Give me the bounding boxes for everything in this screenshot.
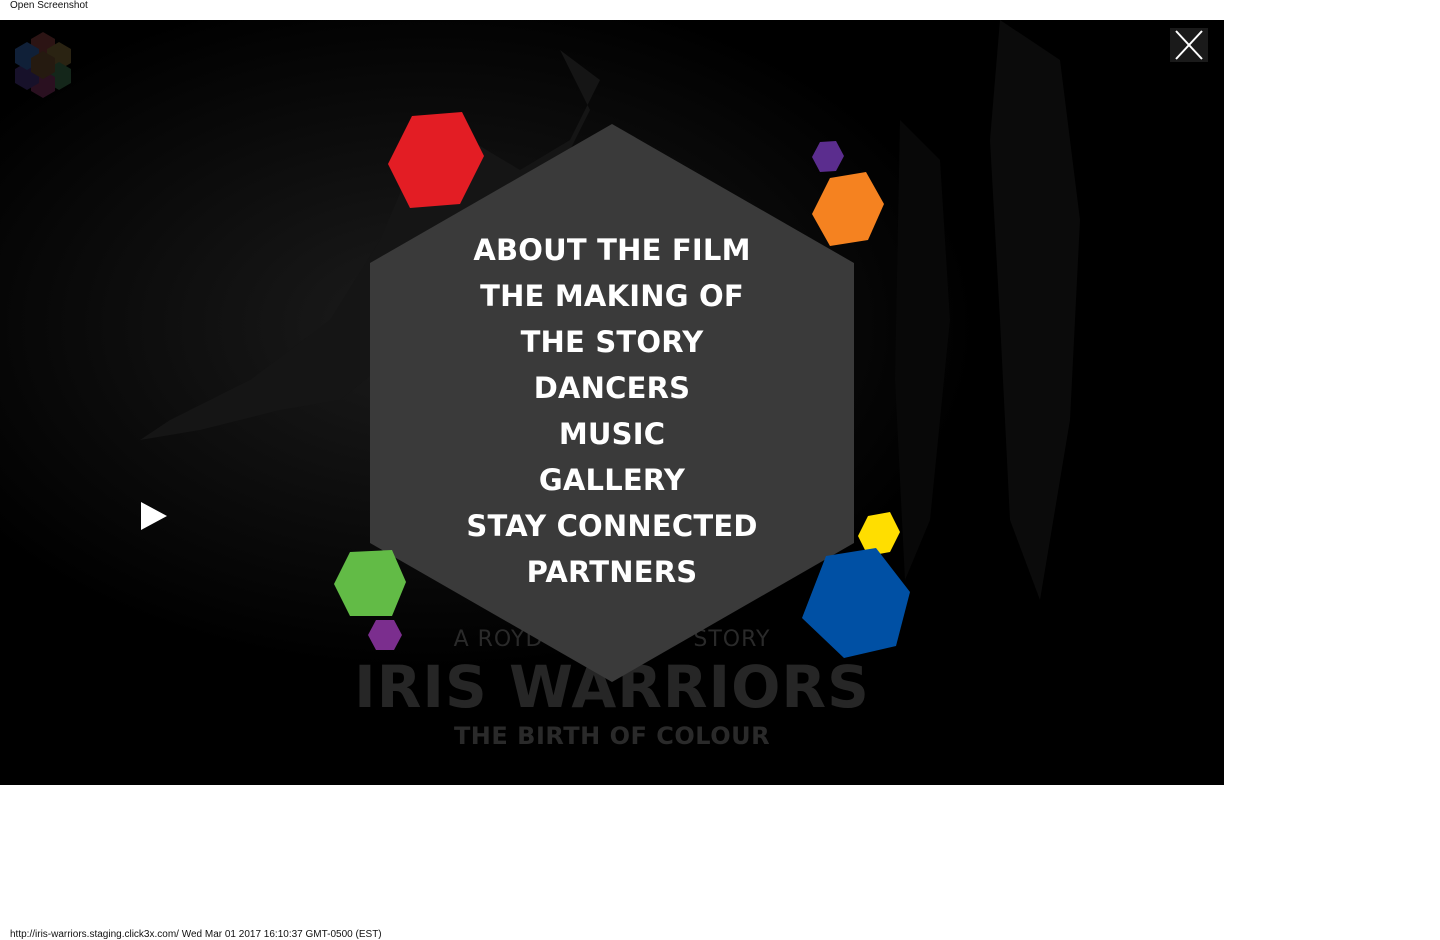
menu-link-gallery[interactable]: GALLERY bbox=[539, 463, 685, 497]
menu-item-stay-connected: STAY CONNECTED bbox=[370, 503, 854, 549]
menu-overlay: A ROYD STORY IRIS WARRIORS THE BIRTH OF C… bbox=[0, 20, 1224, 785]
menu-item-the-story: THE STORY bbox=[370, 319, 854, 365]
green-hexagon-decoration bbox=[334, 550, 406, 616]
purple-small-hexagon-top-decoration bbox=[812, 141, 844, 172]
main-menu: ABOUT THE FILM THE MAKING OF THE STORY D… bbox=[370, 227, 854, 595]
film-tagline: THE BIRTH OF COLOUR bbox=[453, 722, 771, 750]
menu-link-music[interactable]: MUSIC bbox=[559, 417, 665, 451]
menu-link-about-the-film[interactable]: ABOUT THE FILM bbox=[473, 233, 750, 267]
menu-link-partners[interactable]: PARTNERS bbox=[527, 555, 698, 589]
menu-item-about-the-film: ABOUT THE FILM bbox=[370, 227, 854, 273]
play-icon[interactable] bbox=[138, 500, 170, 532]
screenshot-caption: Open Screenshot bbox=[10, 0, 88, 11]
purple-small-hexagon-bottom-decoration bbox=[368, 620, 402, 650]
page-footer-url-timestamp: http://iris-warriors.staging.click3x.com… bbox=[10, 929, 382, 940]
menu-link-stay-connected[interactable]: STAY CONNECTED bbox=[466, 509, 757, 543]
menu-link-the-making-of[interactable]: THE MAKING OF bbox=[480, 279, 744, 313]
menu-item-partners: PARTNERS bbox=[370, 549, 854, 595]
hexagon-cluster-logo-icon[interactable] bbox=[12, 32, 74, 98]
blue-hexagon-decoration bbox=[802, 548, 910, 658]
menu-item-gallery: GALLERY bbox=[370, 457, 854, 503]
menu-item-music: MUSIC bbox=[370, 411, 854, 457]
close-icon[interactable] bbox=[1170, 28, 1208, 62]
menu-link-dancers[interactable]: DANCERS bbox=[534, 371, 691, 405]
red-hexagon-decoration bbox=[388, 112, 484, 208]
menu-item-the-making-of: THE MAKING OF bbox=[370, 273, 854, 319]
menu-link-the-story[interactable]: THE STORY bbox=[521, 325, 704, 359]
orange-hexagon-decoration bbox=[812, 172, 884, 246]
menu-item-dancers: DANCERS bbox=[370, 365, 854, 411]
